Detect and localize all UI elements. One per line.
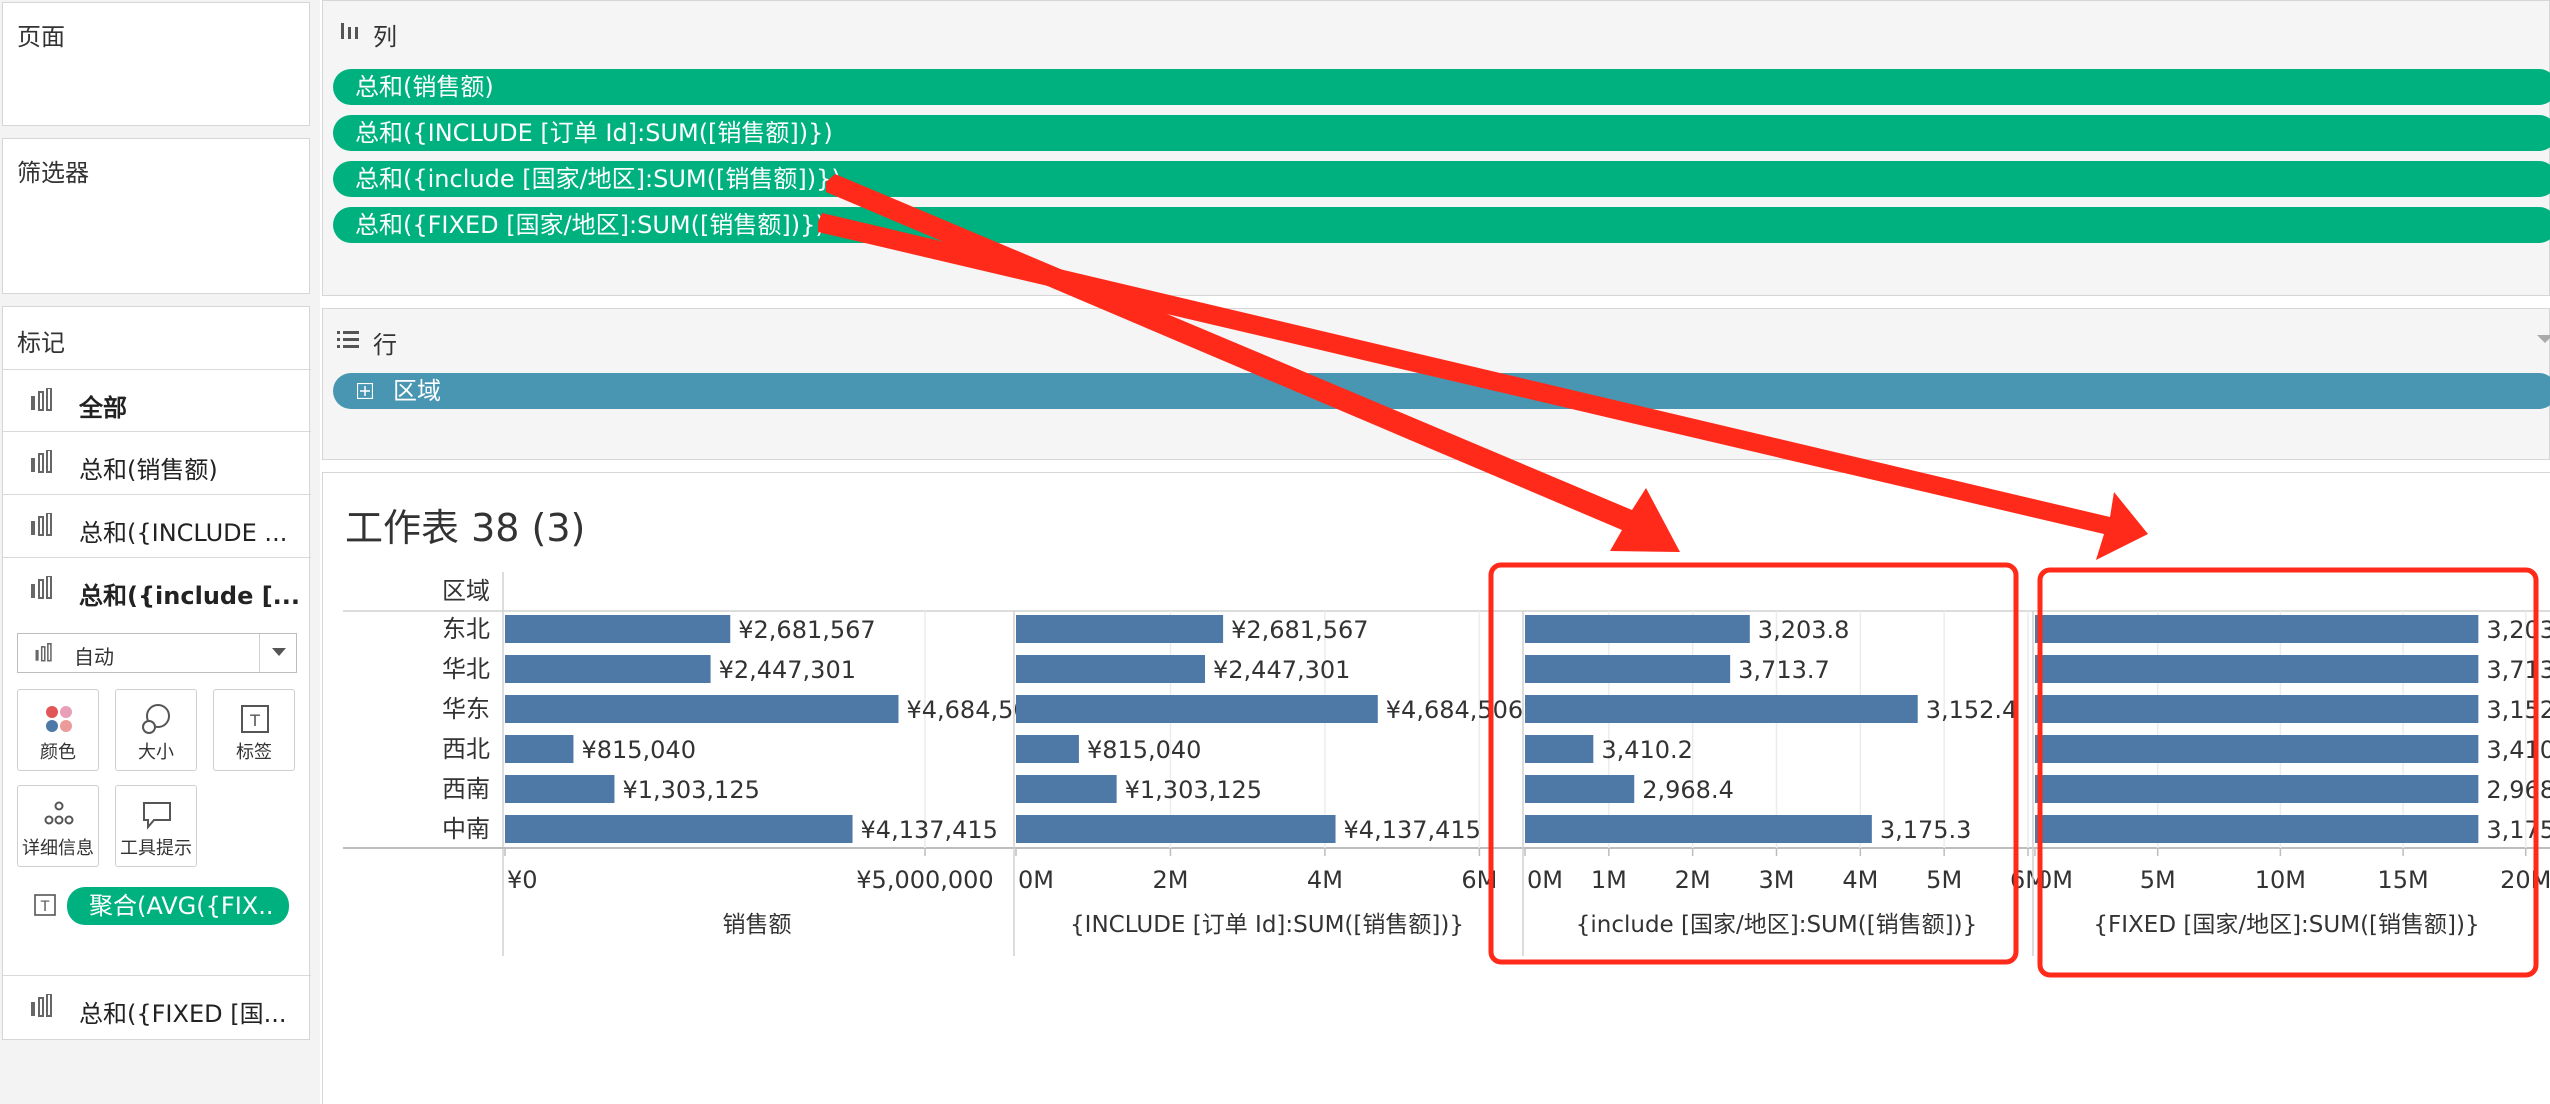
- column-pill-include-order[interactable]: 总和({INCLUDE [订单 Id]:SUM([销售额])}): [333, 115, 2550, 151]
- text-label-icon: T: [34, 894, 56, 916]
- mark-item-include-order[interactable]: 总和({INCLUDE ...: [3, 495, 311, 558]
- size-card[interactable]: 大小: [115, 689, 197, 771]
- bar-chart-icon: [31, 450, 52, 473]
- filters-title: 筛选器: [17, 159, 89, 187]
- svg-text:T: T: [249, 711, 260, 730]
- marks-card: 标记 全部 总和(销售额) 总和({INCLUDE ... 总和({includ…: [2, 306, 311, 1040]
- svg-text:T: T: [40, 899, 50, 915]
- tooltip-icon: [143, 802, 171, 830]
- mark-item-label: 总和({FIXED [国...: [79, 1000, 287, 1028]
- column-pill-sales[interactable]: 总和(销售额): [333, 69, 2550, 105]
- mark-item-label: 总和({include [...: [79, 582, 301, 610]
- rows-shelf[interactable]: 行 区域: [322, 308, 2550, 460]
- mark-item-label: 全部: [79, 394, 127, 422]
- mark-type-dropdown[interactable]: 自动: [17, 633, 297, 673]
- bar-chart-icon: [31, 388, 52, 411]
- color-icon: [46, 706, 72, 732]
- card-label: 大小: [138, 742, 174, 763]
- rows-shelf-title: 行: [373, 331, 397, 359]
- shelf-menu-chevron-icon[interactable]: [2537, 335, 2550, 343]
- detail-dots-icon: [44, 801, 74, 825]
- mark-item-include-country[interactable]: 总和({include [...: [3, 558, 311, 621]
- row-pill-label: 区域: [393, 377, 441, 405]
- detail-card[interactable]: 详细信息: [17, 785, 99, 867]
- pages-card: 页面: [2, 2, 310, 126]
- expand-plus-icon[interactable]: [357, 383, 373, 399]
- bar-chart-icon: [35, 643, 52, 662]
- mark-item-sales[interactable]: 总和(销售额): [3, 432, 311, 495]
- mark-item-label: 总和({INCLUDE ...: [79, 519, 288, 547]
- rows-icon: [337, 331, 359, 348]
- columns-icon: [341, 23, 358, 39]
- card-label: 颜色: [40, 742, 76, 763]
- size-icon: [142, 704, 170, 734]
- row-pill-region[interactable]: 区域: [333, 373, 2550, 409]
- color-card[interactable]: 颜色: [17, 689, 99, 771]
- sheet-title: 工作表 38 (3): [345, 506, 586, 550]
- columns-shelf[interactable]: 列 总和(销售额) 总和({INCLUDE [订单 Id]:SUM([销售额])…: [322, 0, 2550, 296]
- viz-panel: 工作表 38 (3): [322, 472, 2550, 1104]
- mark-item-fixed[interactable]: 总和({FIXED [国...: [3, 975, 311, 1038]
- pages-title: 页面: [17, 23, 65, 51]
- bar-chart-icon: [31, 576, 52, 599]
- column-pill-fixed-country[interactable]: 总和({FIXED [国家/地区]:SUM([销售额])}): [333, 207, 2550, 243]
- bar-chart-icon: [31, 994, 52, 1017]
- card-label: 标签: [236, 742, 272, 763]
- tooltip-card[interactable]: 工具提示: [115, 785, 197, 867]
- label-card[interactable]: T 标签: [213, 689, 295, 771]
- card-label: 工具提示: [120, 838, 192, 859]
- filters-card[interactable]: 筛选器: [2, 138, 310, 294]
- mark-item-all[interactable]: 全部: [3, 369, 311, 432]
- label-field-pill[interactable]: 聚合(AVG({FIX..: [67, 887, 289, 925]
- card-label: 详细信息: [22, 838, 94, 859]
- columns-shelf-title: 列: [373, 23, 397, 51]
- mark-type-value: 自动: [74, 645, 114, 669]
- bar-chart-icon: [31, 513, 52, 536]
- mark-item-label: 总和(销售额): [79, 456, 218, 484]
- column-pill-include-country[interactable]: 总和({include [国家/地区]:SUM([销售额])}): [333, 161, 2550, 197]
- marks-title: 标记: [17, 329, 65, 357]
- left-side-panel: 页面 筛选器 标记 全部 总和(销售额) 总和({INCLUDE ... 总和(…: [0, 0, 320, 1104]
- text-label-icon: T: [241, 705, 269, 733]
- chevron-down-icon: [272, 648, 286, 656]
